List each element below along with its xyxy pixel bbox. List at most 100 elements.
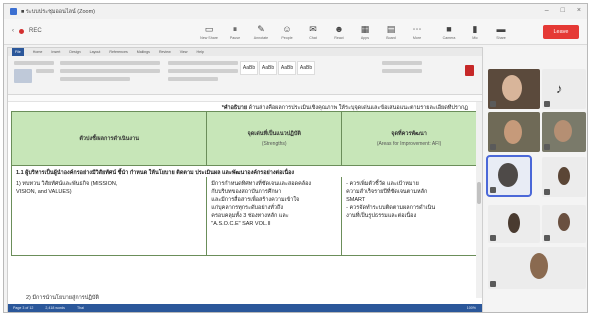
participant-tile[interactable] — [542, 112, 586, 152]
participant-tile-selected[interactable] — [486, 155, 532, 197]
cell-line: กับบริบทของสถาบันการศึกษา — [211, 189, 282, 195]
style-swatch[interactable]: AaBb — [297, 61, 315, 75]
column-title: จุดที่ควรพัฒนา — [391, 131, 427, 137]
document-scrollbar[interactable] — [476, 102, 482, 298]
mic-button[interactable]: ▮ Mic — [462, 22, 488, 42]
tool-label: React — [334, 35, 344, 40]
apps-icon: ▦ — [360, 23, 370, 34]
close-icon[interactable]: × — [577, 7, 581, 14]
word-count: 2,418 words — [45, 306, 65, 310]
zoom-level[interactable]: 100% — [467, 306, 476, 310]
cell-line: ความสำเร็จรายปีที่ชัดเจนตามหลัก — [346, 189, 428, 195]
title-bar: ■ ระบบประชุมออนไลน์ (Zoom) – □ × — [4, 4, 587, 19]
participant-tile[interactable]: ♪ — [542, 69, 586, 109]
chat-icon: ✉ — [309, 23, 317, 34]
minimize-icon[interactable]: – — [545, 7, 549, 14]
screen-button[interactable]: ▬ Share — [488, 22, 514, 42]
ribbon-tabs: File Home Insert Design Layout References Mail… — [8, 48, 482, 56]
strengths-cell: มีการกำหนดทิศทางที่ชัดเจนและสอดคล้อง กับบ… — [206, 177, 343, 256]
mic-icon — [490, 144, 496, 150]
monitor-button[interactable]: ▭ New Share — [196, 22, 222, 42]
column-title: ตัวบ่งชี้/ผลการดำเนินงาน — [79, 135, 139, 142]
recording-dot-icon — [19, 28, 24, 34]
share-tools: ▭ New Share ⏸ Pause ✎ Annotate ☺ People ✉ Chat ☻ Re… — [196, 22, 430, 42]
participants-button[interactable]: ☺ People — [274, 22, 300, 42]
ribbon-tab-mailings[interactable]: Mailings — [137, 50, 150, 54]
style-swatch[interactable]: AaBb — [278, 61, 296, 75]
participant-tile[interactable] — [542, 157, 586, 197]
cell-line: แก่บุคลากรทุกระดับอย่างทั่วถึง — [211, 205, 284, 211]
column-subtitle: (Strengths) — [261, 141, 287, 147]
cell-line: ครอบคลุมทั้ง 3 ช่องทางหลัก และ — [211, 213, 289, 219]
tool-label: Chat — [309, 35, 317, 40]
ribbon-tab-review[interactable]: Review — [159, 50, 171, 54]
annotate-button[interactable]: ✎ Annotate — [248, 22, 274, 42]
ribbon-tab-help[interactable]: Help — [196, 50, 203, 54]
column-subtitle: (Areas for Improvement: AFI) — [376, 141, 442, 147]
recording-label: REC — [29, 28, 42, 34]
ribbon-tab-insert[interactable]: Insert — [51, 50, 60, 54]
app-window: ■ ระบบประชุมออนไลน์ (Zoom) – □ × ‹ REC ▭… — [3, 3, 588, 313]
tool-label: Annotate — [253, 35, 269, 40]
reactions-button[interactable]: ☻ React — [326, 22, 352, 42]
participants-panel: ♪ — [485, 47, 587, 312]
row-heading-cell: 1.1 ผู้บริหารเป็นผู้นำองค์กรอย่างมีวิสัย… — [11, 165, 477, 177]
mic-icon — [490, 281, 496, 287]
participant-tile[interactable] — [488, 69, 540, 109]
tool-label: Mic — [472, 35, 478, 40]
scrollbar-thumb[interactable] — [477, 182, 481, 204]
style-swatch[interactable]: AaBb — [240, 61, 258, 75]
ribbon-tab-view[interactable]: View — [180, 50, 188, 54]
style-gallery[interactable]: AaBb AaBb AaBb AaBb — [240, 61, 315, 75]
ruler — [8, 95, 482, 102]
participant-face — [504, 120, 522, 144]
ribbon-tab-home[interactable]: Home — [33, 50, 43, 54]
ribbon-tab-references[interactable]: References — [109, 50, 127, 54]
maximize-icon[interactable]: □ — [561, 7, 565, 14]
av-tools: ■ Camera ▮ Mic ▬ Share — [436, 22, 514, 42]
apps-button[interactable]: ▦ Apps — [352, 22, 378, 42]
ribbon-tab-file[interactable]: File — [12, 48, 24, 56]
indicator-heading: 1.1 ผู้บริหารเป็นผู้นำองค์กรอย่างมีวิสัย… — [16, 170, 295, 176]
style-swatch[interactable]: AaBb — [259, 61, 277, 75]
mic-icon — [544, 144, 550, 150]
participant-tile[interactable] — [542, 205, 586, 243]
participant-tile[interactable] — [488, 112, 540, 152]
window-controls: – □ × — [545, 7, 581, 14]
pause-icon: ⏸ — [232, 23, 238, 34]
camera-button[interactable]: ■ Camera — [436, 22, 462, 42]
pause-button[interactable]: ⏸ Pause — [222, 22, 248, 42]
monitor-icon: ▭ — [204, 23, 214, 34]
ribbon-tab-design[interactable]: Design — [69, 50, 80, 54]
chat-button[interactable]: ✉ Chat — [300, 22, 326, 42]
word-statusbar: Page 3 of 12 2,418 words Thai 100% — [8, 304, 482, 312]
participants-icon: ☺ — [282, 23, 292, 34]
mic-icon — [544, 189, 550, 195]
ribbon-tab-layout[interactable]: Layout — [90, 50, 101, 54]
column-header-improvement: จุดที่ควรพัฒนา (Areas for Improvement: A… — [341, 111, 477, 166]
participant-face — [554, 120, 572, 142]
participant-tile[interactable] — [488, 205, 540, 243]
camera-icon: ■ — [446, 23, 452, 34]
participant-tile[interactable] — [488, 247, 586, 289]
indicator-cell: 1) ทบทวน วิสัยทัศน์และพันธกิจ (MISSION, V… — [10, 177, 208, 256]
column-header-strengths: จุดเด่นที่เป็นแนวปฏิบัติ (Strengths) — [206, 111, 343, 166]
participant-face — [558, 167, 570, 185]
shared-screen[interactable]: File Home Insert Design Layout References Mail… — [7, 47, 483, 312]
meeting-toolbar: ‹ REC ▭ New Share ⏸ Pause ✎ Annotate ☺ People ✉ C… — [4, 19, 587, 45]
cell-line: - ควรจัดทำระบบติดตามผลการดำเนิน — [346, 205, 436, 211]
tool-label: Share — [496, 35, 506, 40]
assessment-table: ตัวบ่งชี้/ผลการดำเนินงาน จุดเด่นที่เป็นแ… — [10, 111, 477, 256]
recording-indicator: ‹ REC — [12, 28, 42, 34]
leave-button[interactable]: Leave — [543, 25, 579, 39]
back-icon[interactable]: ‹ — [12, 28, 14, 34]
cell-line: SMART — [346, 197, 366, 203]
music-note-icon: ♪ — [556, 81, 563, 96]
tool-label: Pause — [229, 35, 241, 40]
tool-label: More — [412, 35, 422, 40]
whiteboard-button[interactable]: ▤ Board — [378, 22, 404, 42]
more-button[interactable]: ⋯ More — [404, 22, 430, 42]
cell-line: และมีการสื่อสารเพื่อสร้างความเข้าใจ — [211, 197, 300, 203]
screen-icon: ▬ — [496, 23, 506, 34]
pdf-icon[interactable] — [465, 65, 474, 76]
